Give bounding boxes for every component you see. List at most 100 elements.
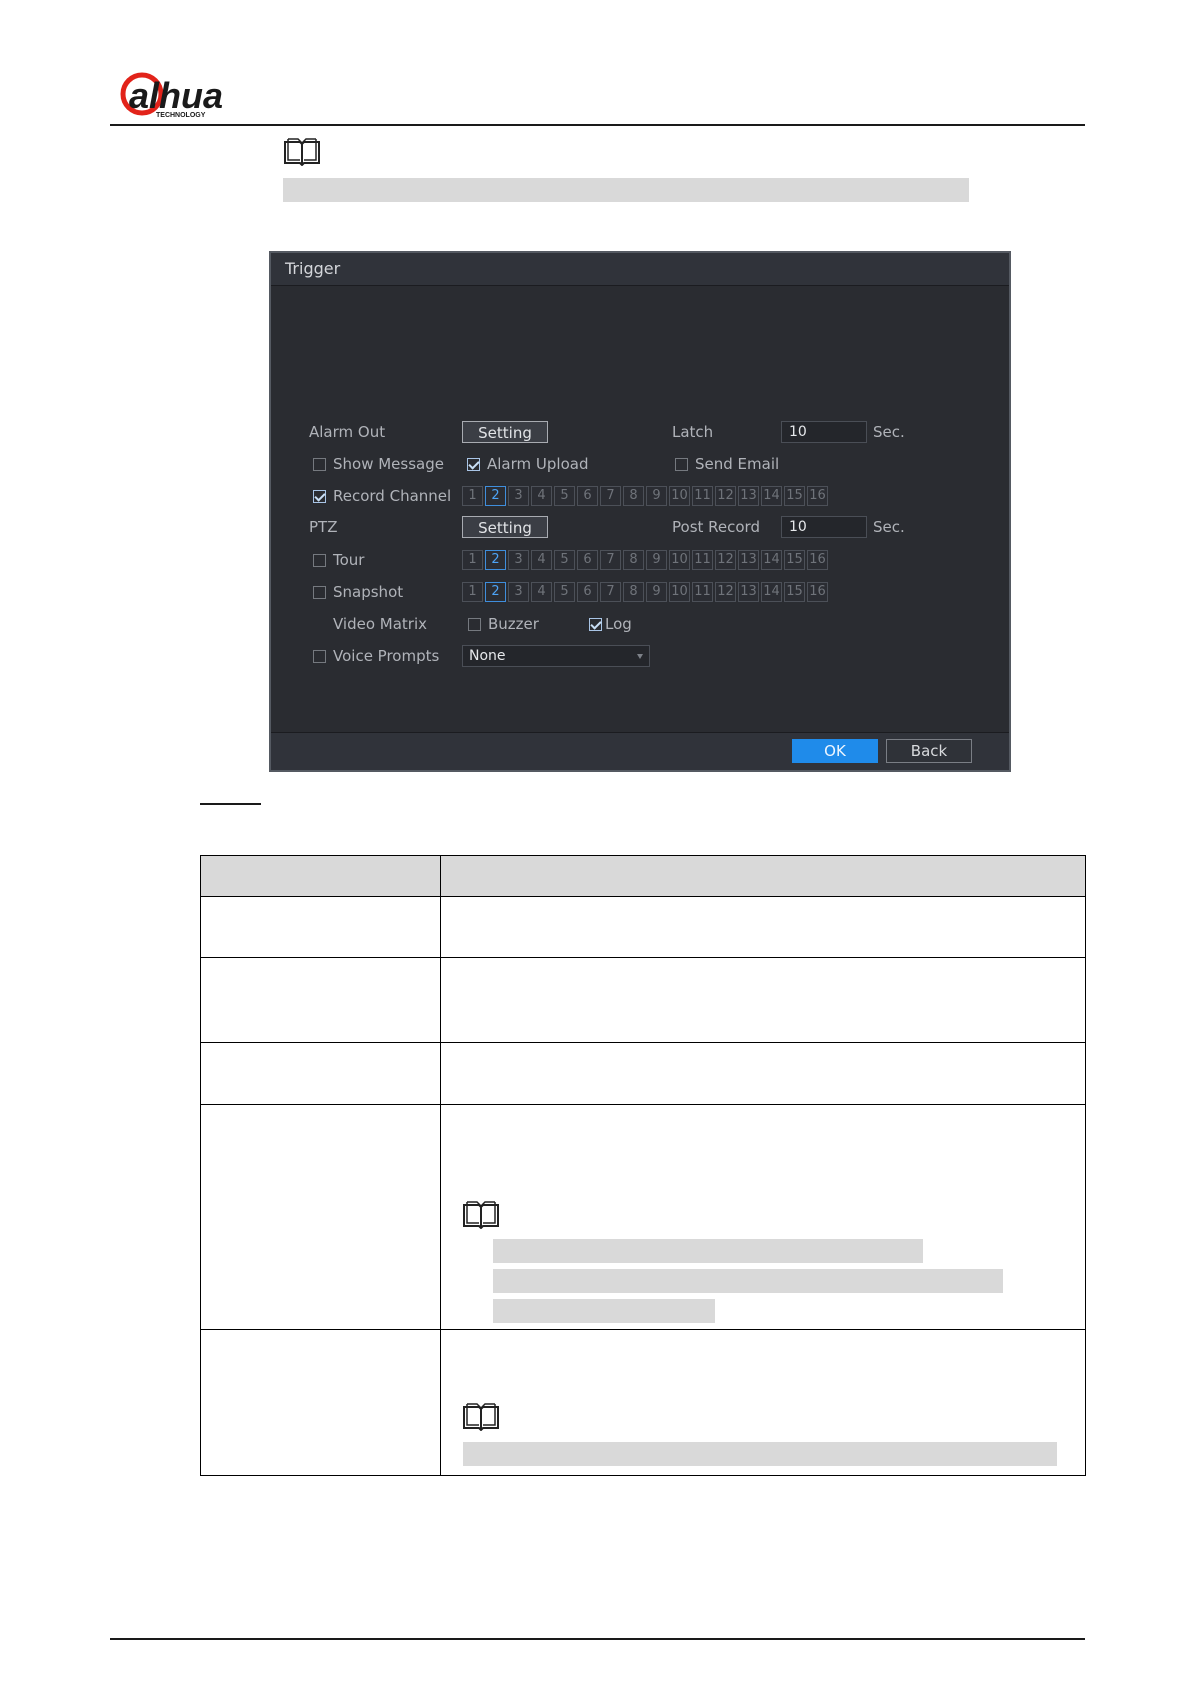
channel-button[interactable]: 9 <box>646 550 667 570</box>
note-book-icon <box>463 1201 499 1229</box>
channel-button[interactable]: 6 <box>577 550 598 570</box>
latch-unit: Sec. <box>873 423 905 441</box>
channel-button[interactable]: 2 <box>485 582 506 602</box>
redacted-note-text <box>463 1442 1057 1466</box>
snapshot-checkbox[interactable] <box>313 586 326 599</box>
back-button[interactable]: Back <box>886 739 972 763</box>
footer-rule <box>110 1638 1085 1640</box>
alarm-upload-checkbox[interactable] <box>467 458 480 471</box>
channel-button[interactable]: 14 <box>761 582 782 602</box>
voice-prompts-checkbox[interactable] <box>313 650 326 663</box>
send-email-checkbox[interactable] <box>675 458 688 471</box>
channel-button[interactable]: 12 <box>715 486 736 506</box>
channel-button[interactable]: 2 <box>485 486 506 506</box>
dahua-logo: alhua TECHNOLOGY <box>120 72 223 119</box>
channel-button[interactable]: 13 <box>738 486 759 506</box>
redacted-note-text <box>493 1269 1003 1293</box>
trigger-dialog: Trigger Alarm Out Setting Latch 10 Sec. … <box>269 251 1011 772</box>
channel-button[interactable]: 4 <box>531 486 552 506</box>
channel-button[interactable]: 16 <box>807 486 828 506</box>
channel-button[interactable]: 8 <box>623 550 644 570</box>
parameter-table <box>200 855 1086 1476</box>
channel-button[interactable]: 8 <box>623 486 644 506</box>
channel-button[interactable]: 11 <box>692 486 713 506</box>
alarm-upload-label: Alarm Upload <box>487 455 589 473</box>
post-record-input[interactable]: 10 <box>781 516 867 538</box>
post-record-unit: Sec. <box>873 518 905 536</box>
channel-button[interactable]: 8 <box>623 582 644 602</box>
channel-button[interactable]: 4 <box>531 582 552 602</box>
channel-button[interactable]: 5 <box>554 550 575 570</box>
redacted-note-text <box>283 178 969 202</box>
snapshot-channel-selector: 1 2 3 4 5 6 7 8 9 10 11 12 13 14 15 16 <box>462 582 828 602</box>
record-channel-selector: 1 2 3 4 5 6 7 8 9 10 11 12 13 14 15 16 <box>462 486 828 506</box>
alarm-out-label: Alarm Out <box>309 423 386 441</box>
channel-button[interactable]: 10 <box>669 550 690 570</box>
redacted-note-text <box>493 1239 923 1263</box>
channel-button[interactable]: 5 <box>554 486 575 506</box>
voice-prompts-label: Voice Prompts <box>333 647 440 665</box>
dialog-footer: OK Back <box>271 732 1009 770</box>
channel-button[interactable]: 9 <box>646 486 667 506</box>
channel-button[interactable]: 15 <box>784 550 805 570</box>
channel-button[interactable]: 7 <box>600 582 621 602</box>
tour-label: Tour <box>333 551 365 569</box>
post-record-label: Post Record <box>672 518 760 536</box>
snapshot-label: Snapshot <box>333 583 404 601</box>
note-book-icon <box>284 138 320 166</box>
voice-prompts-select[interactable]: None <box>462 645 650 667</box>
channel-button[interactable]: 11 <box>692 582 713 602</box>
channel-button[interactable]: 6 <box>577 486 598 506</box>
show-message-checkbox[interactable] <box>313 458 326 471</box>
channel-button[interactable]: 4 <box>531 550 552 570</box>
logo-text: alhua <box>129 75 223 116</box>
tour-channel-selector: 1 2 3 4 5 6 7 8 9 10 11 12 13 14 15 16 <box>462 550 828 570</box>
channel-button[interactable]: 14 <box>761 486 782 506</box>
channel-button[interactable]: 5 <box>554 582 575 602</box>
ptz-setting-button[interactable]: Setting <box>462 516 548 538</box>
channel-button[interactable]: 15 <box>784 486 805 506</box>
channel-button[interactable]: 3 <box>508 550 529 570</box>
channel-button[interactable]: 12 <box>715 582 736 602</box>
dialog-title: Trigger <box>285 259 341 278</box>
buzzer-checkbox[interactable] <box>468 618 481 631</box>
ptz-label: PTZ <box>309 518 338 536</box>
latch-input[interactable]: 10 <box>781 421 867 443</box>
channel-button[interactable]: 3 <box>508 486 529 506</box>
record-channel-checkbox[interactable] <box>313 490 326 503</box>
channel-button[interactable]: 1 <box>462 486 483 506</box>
channel-button[interactable]: 9 <box>646 582 667 602</box>
channel-button[interactable]: 10 <box>669 486 690 506</box>
channel-button[interactable]: 13 <box>738 582 759 602</box>
table-header-row <box>200 855 1086 896</box>
channel-button[interactable]: 10 <box>669 582 690 602</box>
alarm-out-setting-button[interactable]: Setting <box>462 421 548 443</box>
log-label: Log <box>605 615 632 633</box>
buzzer-label: Buzzer <box>488 615 539 633</box>
dropdown-arrow-icon <box>637 654 643 659</box>
channel-button[interactable]: 13 <box>738 550 759 570</box>
channel-button[interactable]: 14 <box>761 550 782 570</box>
video-matrix-label: Video Matrix <box>333 615 428 633</box>
channel-button[interactable]: 7 <box>600 486 621 506</box>
channel-button[interactable]: 15 <box>784 582 805 602</box>
channel-button[interactable]: 2 <box>485 550 506 570</box>
channel-button[interactable]: 7 <box>600 550 621 570</box>
log-checkbox[interactable] <box>589 618 602 631</box>
voice-prompts-selected-value: None <box>469 648 506 664</box>
channel-button[interactable]: 16 <box>807 550 828 570</box>
logo-subtext: TECHNOLOGY <box>156 112 206 119</box>
channel-button[interactable]: 1 <box>462 582 483 602</box>
redacted-note-text <box>493 1299 715 1323</box>
dialog-title-bar <box>271 253 1009 286</box>
channel-button[interactable]: 12 <box>715 550 736 570</box>
note-book-icon <box>463 1403 499 1431</box>
channel-button[interactable]: 16 <box>807 582 828 602</box>
channel-button[interactable]: 3 <box>508 582 529 602</box>
channel-button[interactable]: 1 <box>462 550 483 570</box>
channel-button[interactable]: 11 <box>692 550 713 570</box>
ok-button[interactable]: OK <box>792 739 878 763</box>
tour-checkbox[interactable] <box>313 554 326 567</box>
channel-button[interactable]: 6 <box>577 582 598 602</box>
header-rule <box>110 124 1085 126</box>
